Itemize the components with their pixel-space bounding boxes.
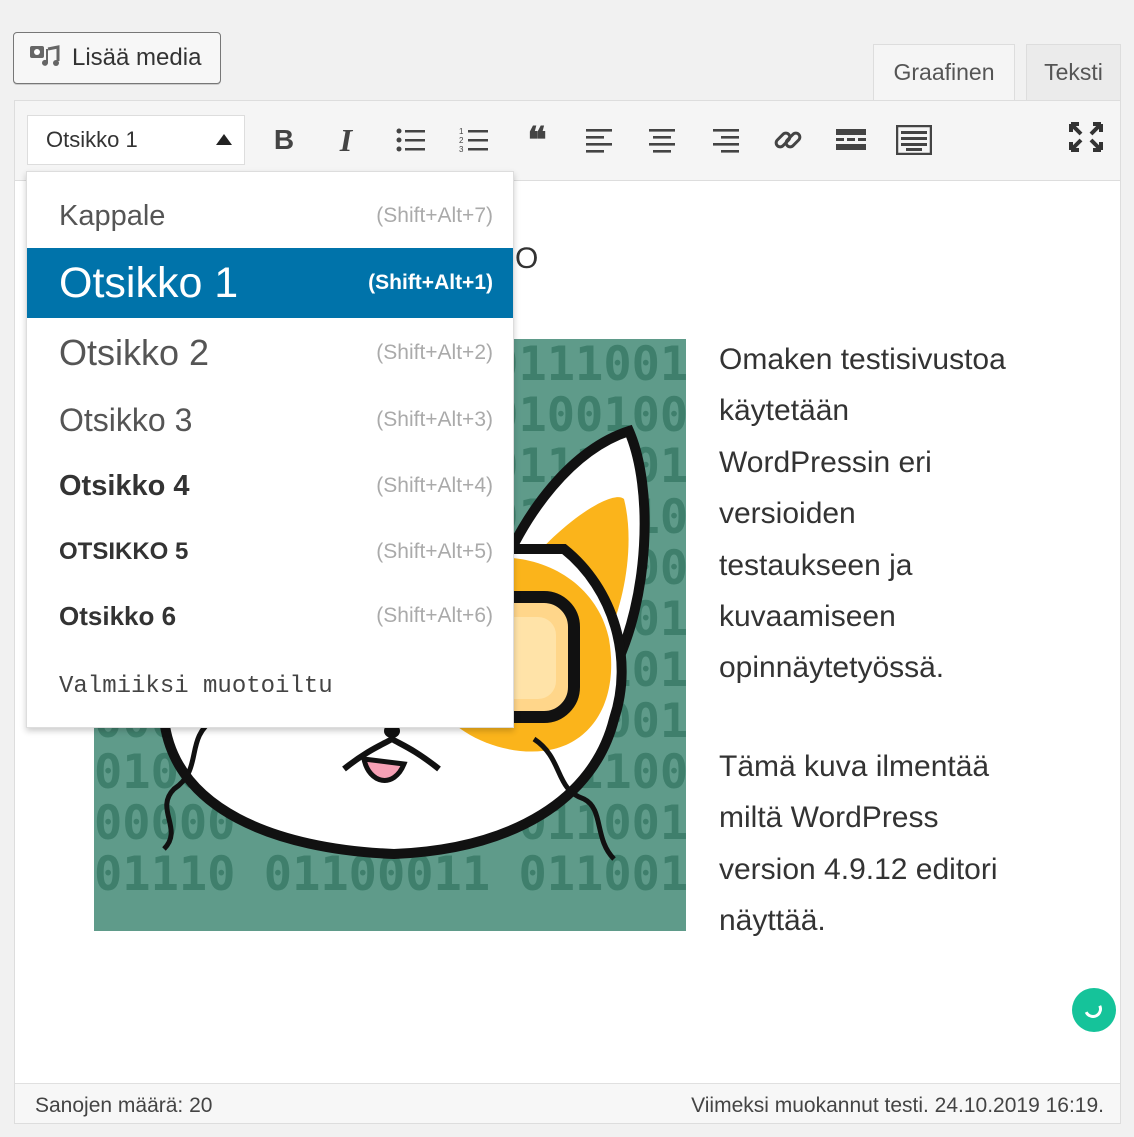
align-center-icon: [649, 129, 675, 153]
tab-text[interactable]: Teksti: [1026, 44, 1121, 100]
format-option-heading-6[interactable]: Otsikko 6 (Shift+Alt+6): [27, 584, 513, 648]
paragraph-line: opinnäytetyössä.: [719, 651, 945, 685]
paragraph-line: testaukseen ja: [719, 548, 913, 582]
bold-button[interactable]: B: [262, 118, 306, 162]
italic-icon: I: [339, 121, 353, 158]
add-media-button[interactable]: Lisää media: [13, 32, 221, 84]
paragraph-line: Tämä kuva ilmentää: [719, 750, 990, 783]
grammarly-icon[interactable]: [1072, 988, 1116, 1032]
format-option-label: Valmiiksi muotoiltu: [59, 672, 333, 700]
fullscreen-icon: [1069, 122, 1103, 152]
align-center-button[interactable]: [640, 118, 684, 162]
numbered-list-button[interactable]: 1 2 3: [452, 118, 496, 162]
paragraph-line: versioiden: [719, 497, 856, 531]
caret-up-icon: [216, 134, 232, 145]
media-icon: [30, 45, 60, 66]
link-icon: [774, 131, 802, 149]
add-media-label: Lisää media: [72, 44, 202, 71]
numbered-list-icon: 1 2 3: [459, 127, 488, 154]
align-left-button[interactable]: [578, 118, 622, 162]
format-option-label: Otsikko 5: [59, 538, 189, 565]
paragraph-line: kuvaamiseen: [719, 600, 896, 634]
format-option-label: Otsikko 1: [59, 258, 239, 307]
svg-text:2: 2: [459, 136, 464, 145]
format-option-heading-5[interactable]: Otsikko 5 (Shift+Alt+5): [27, 520, 513, 584]
format-option-shortcut: (Shift+Alt+5): [376, 540, 493, 563]
svg-text:1: 1: [459, 127, 464, 136]
word-count: Sanojen määrä: 20: [35, 1094, 213, 1117]
paragraph-2: Tämä kuva ilmentää miltä WordPress version…: [719, 741, 1079, 947]
paragraph-line: miltä WordPress: [719, 801, 939, 835]
align-right-icon: [713, 129, 739, 153]
format-option-label: Otsikko 4: [59, 469, 190, 502]
format-option-shortcut: (Shift+Alt+3): [376, 408, 493, 431]
paragraph-line: Omaken testisivustoa: [719, 343, 1006, 376]
paragraph-line: WordPressin eri: [719, 445, 932, 479]
align-right-button[interactable]: [703, 118, 747, 162]
format-dropdown-menu: Kappale (Shift+Alt+7) Otsikko 1 (Shift+A…: [26, 171, 514, 728]
format-option-label: Kappale: [59, 199, 166, 232]
bulleted-list-button[interactable]: [389, 118, 433, 162]
read-more-icon: [836, 129, 866, 150]
format-option-label: Otsikko 3: [59, 401, 193, 438]
format-option-paragraph[interactable]: Kappale (Shift+Alt+7): [27, 182, 513, 250]
format-option-heading-4[interactable]: Otsikko 4 (Shift+Alt+4): [27, 454, 513, 518]
toolbar-toggle-button[interactable]: [892, 118, 936, 162]
format-option-shortcut: (Shift+Alt+1): [368, 271, 493, 294]
format-option-shortcut: (Shift+Alt+4): [376, 474, 493, 497]
blockquote-button[interactable]: ❝: [515, 118, 559, 162]
last-edited: Viimeksi muokannut testi. 24.10.2019 16:…: [691, 1094, 1104, 1117]
svg-text:3: 3: [459, 145, 464, 154]
format-option-heading-3[interactable]: Otsikko 3 (Shift+Alt+3): [27, 388, 513, 452]
format-option-label: Otsikko 6: [59, 600, 177, 631]
post-heading: O: [515, 242, 539, 275]
format-select-value: Otsikko 1: [46, 127, 138, 152]
format-option-heading-2[interactable]: Otsikko 2 (Shift+Alt+2): [27, 318, 513, 388]
read-more-button[interactable]: [829, 118, 873, 162]
fullscreen-button[interactable]: [1064, 115, 1108, 159]
paragraph-line: käytetään: [719, 394, 850, 428]
paragraph-line: näyttää.: [719, 904, 826, 938]
tab-visual[interactable]: Graafinen: [873, 44, 1015, 100]
bulleted-list-icon: [396, 128, 425, 152]
format-option-shortcut: (Shift+Alt+7): [376, 204, 493, 227]
paragraph-1: Omaken testisivustoa käytetään WordPressin…: [719, 334, 1079, 694]
format-select[interactable]: Otsikko 1: [27, 115, 245, 165]
keyboard-icon: [896, 125, 932, 155]
status-bar: Sanojen määrä: 20 Viimeksi muokannut tes…: [15, 1083, 1120, 1123]
blockquote-icon: ❝: [527, 119, 547, 160]
insert-link-button[interactable]: [766, 118, 810, 162]
format-option-shortcut: (Shift+Alt+2): [376, 341, 493, 364]
align-left-icon: [586, 129, 612, 153]
format-option-label: Otsikko 2: [59, 332, 210, 373]
paragraph-line: version 4.9.12 editori: [719, 852, 998, 886]
format-option-preformatted[interactable]: Valmiiksi muotoiltu: [27, 654, 513, 718]
format-option-heading-1[interactable]: Otsikko 1 (Shift+Alt+1): [27, 248, 513, 318]
italic-button[interactable]: I: [324, 118, 368, 162]
format-option-shortcut: (Shift+Alt+6): [376, 604, 493, 627]
bold-icon: B: [273, 124, 295, 155]
